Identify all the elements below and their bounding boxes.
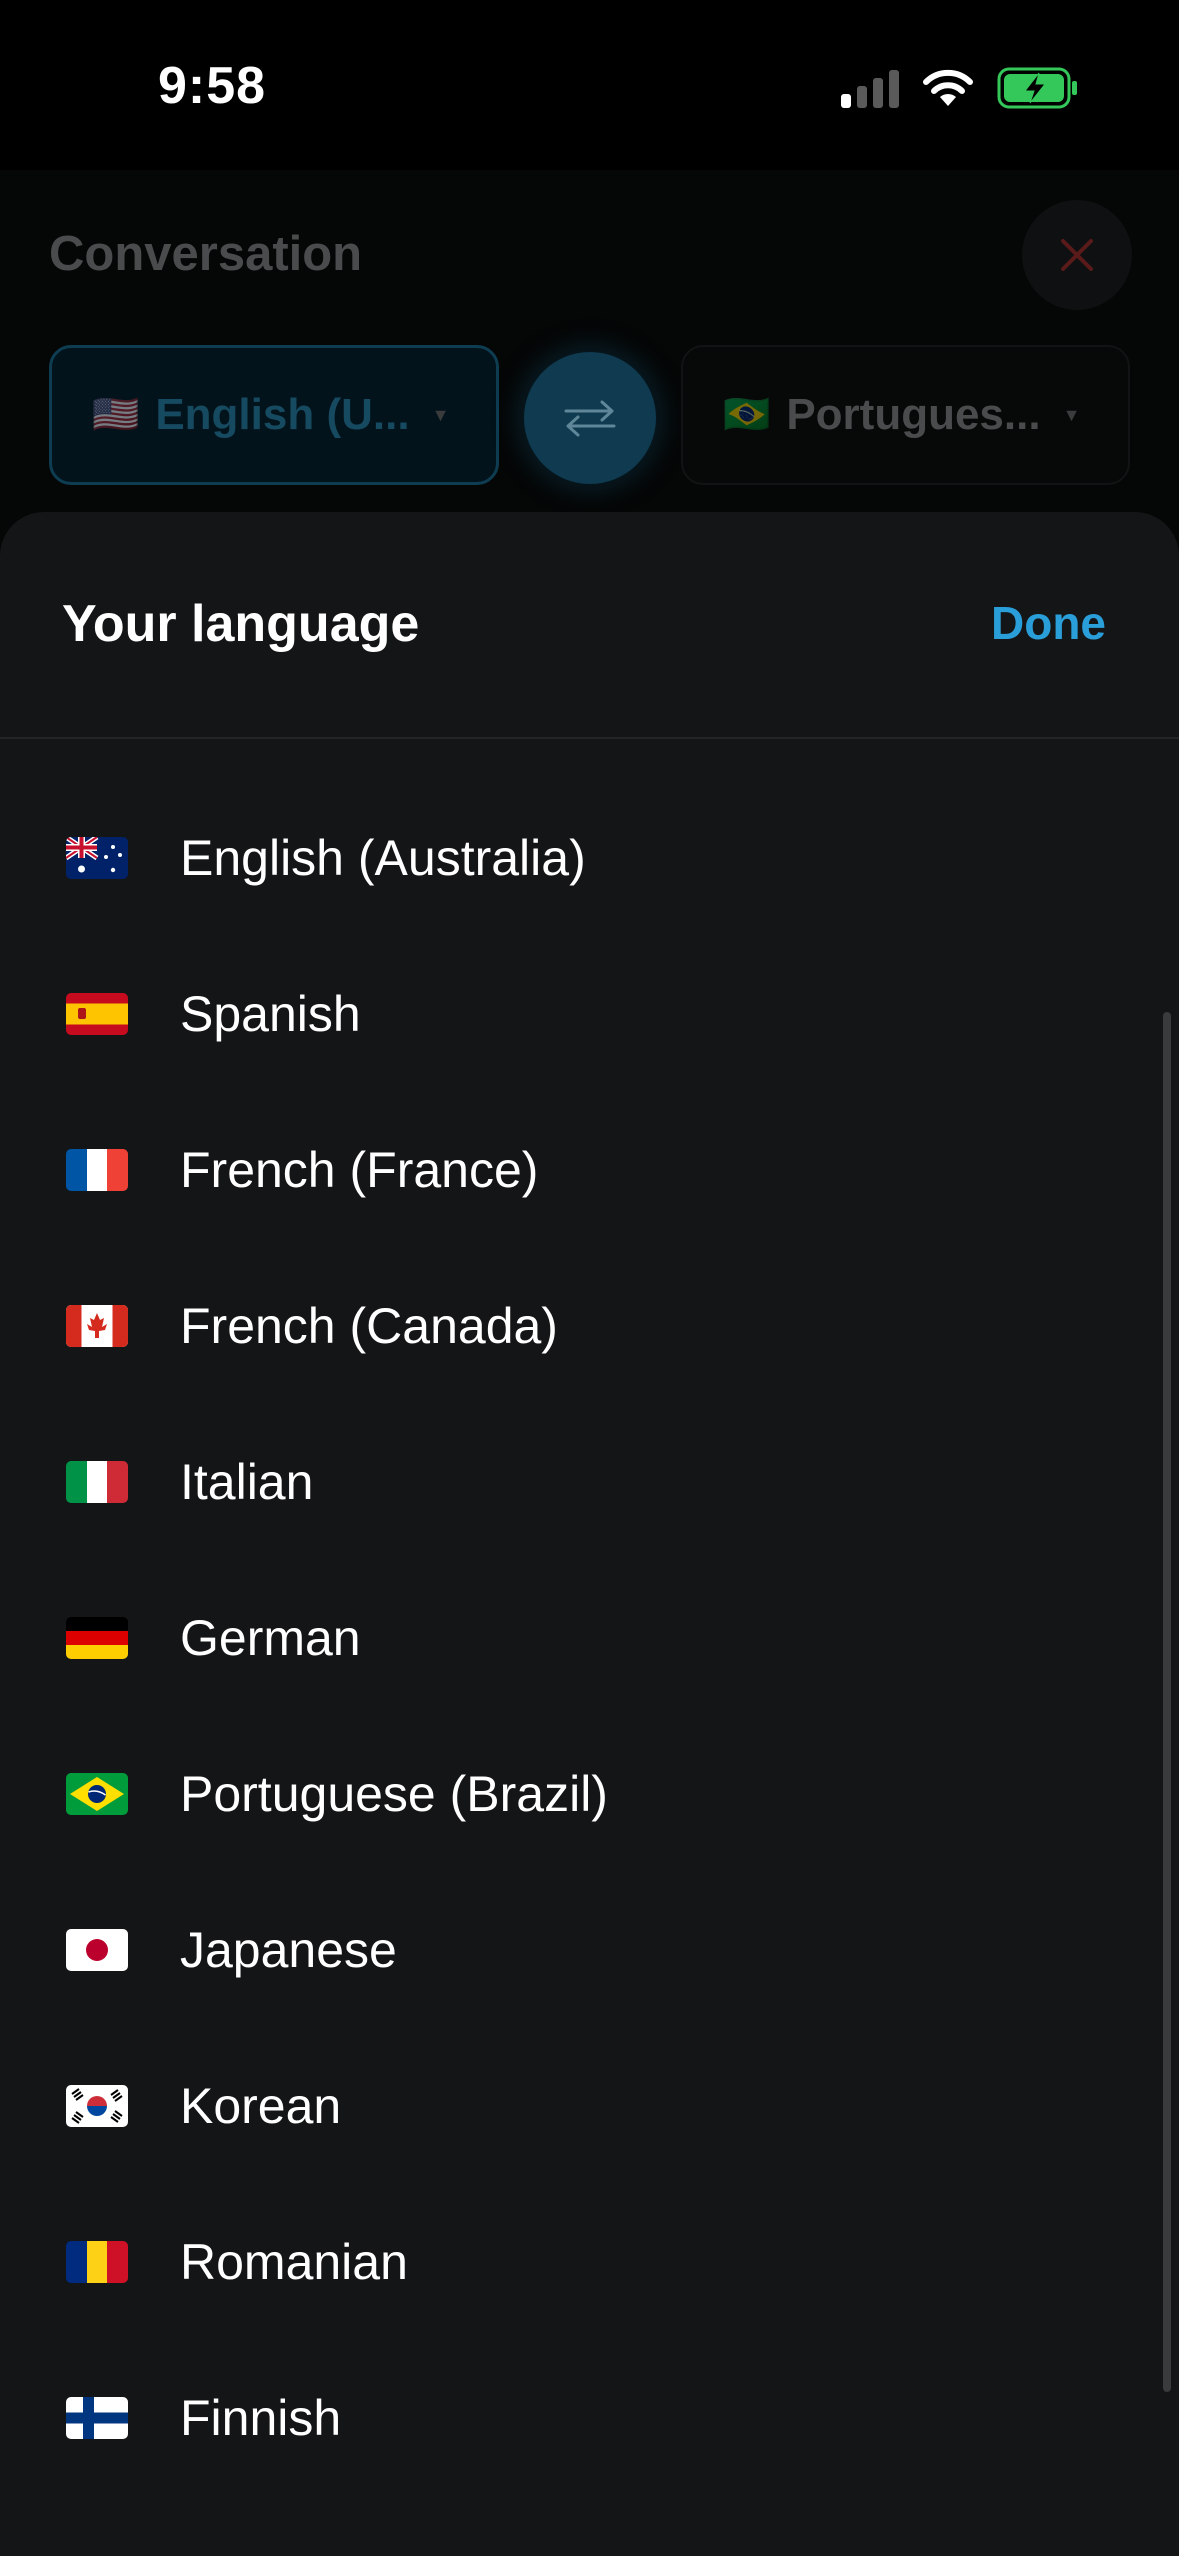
cellular-signal-icon [841,68,899,108]
language-label: Romanian [180,2234,408,2290]
language-option-english-australia[interactable]: English (Australia) [0,780,1179,936]
language-list: English (Australia) Spanish French (Fran… [0,739,1179,2496]
germany-flag-icon [66,1617,128,1659]
canada-flag-icon [66,1305,128,1347]
language-option-japanese[interactable]: Japanese [0,1872,1179,2028]
wifi-icon [923,69,973,106]
language-label: French (Canada) [180,1298,558,1354]
spain-flag-icon [66,993,128,1035]
conversation-title: Conversation [49,227,363,281]
language-label: German [180,1610,361,1666]
language-option-romanian[interactable]: Romanian [0,2184,1179,2340]
language-option-korean[interactable]: Korean [0,2028,1179,2184]
language-label: Italian [180,1454,314,1510]
status-bar: 9:58 [0,0,1179,170]
battery-charging-icon [997,67,1077,109]
language-label: Japanese [180,1922,397,1978]
south-korea-flag-icon [66,2085,128,2127]
italy-flag-icon [66,1461,128,1503]
br-flag-icon: 🇧🇷 [723,394,771,436]
language-option-italian[interactable]: Italian [0,1404,1179,1560]
status-icons [841,66,1079,110]
language-option-french-canada[interactable]: French (Canada) [0,1248,1179,1404]
target-language-label: Portugues... [786,390,1041,439]
close-button[interactable] [1022,200,1132,310]
language-option-spanish[interactable]: Spanish [0,936,1179,1092]
target-language-selector[interactable]: 🇧🇷 Portugues... ▼ [681,345,1130,485]
brazil-flag-icon [66,1773,128,1815]
caret-down-icon: ▼ [1062,404,1081,425]
language-option-german[interactable]: German [0,1560,1179,1716]
source-language-selector[interactable]: 🇺🇸 English (U... ▼ [49,345,499,485]
sheet-title: Your language [62,595,420,653]
finland-flag-icon [66,2397,128,2439]
language-label: Korean [180,2078,342,2134]
australia-flag-icon [66,837,128,879]
language-option-finnish[interactable]: Finnish [0,2340,1179,2496]
sheet-header: Your language Done [0,512,1179,739]
language-label: Portuguese (Brazil) [180,1766,608,1822]
close-icon [1061,239,1093,271]
language-label: Spanish [180,986,361,1042]
swap-languages-button[interactable] [524,352,656,484]
language-option-portuguese-brazil[interactable]: Portuguese (Brazil) [0,1716,1179,1872]
us-flag-icon: 🇺🇸 [92,394,140,436]
france-flag-icon [66,1149,128,1191]
language-label: Finnish [180,2390,342,2446]
done-button[interactable]: Done [991,596,1106,650]
romania-flag-icon [66,2241,128,2283]
caret-down-icon: ▼ [431,404,450,425]
language-picker-sheet: Your language Done English (Australia) S… [0,512,1179,2556]
language-option-french-france[interactable]: French (France) [0,1092,1179,1248]
scroll-indicator[interactable] [1163,1012,1171,2392]
language-label: English (Australia) [180,830,586,886]
language-label: French (France) [180,1142,539,1198]
swap-arrows-icon [564,400,616,437]
japan-flag-icon [66,1929,128,1971]
status-time: 9:58 [158,57,267,115]
source-language-label: English (U... [155,390,410,439]
